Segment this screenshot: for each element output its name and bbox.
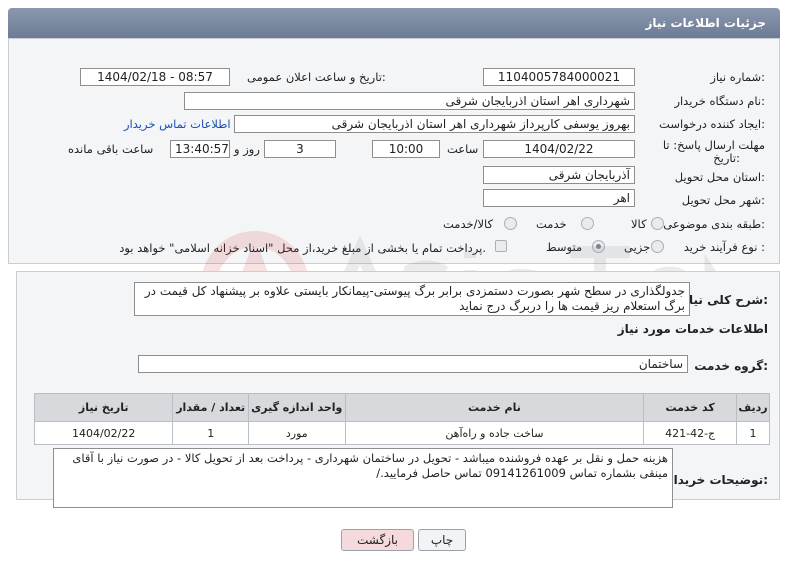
cell-quantity: 1: [172, 421, 250, 445]
need-number-label: شماره نیاز:: [710, 70, 765, 84]
province-field[interactable]: آذربایجان شرقی: [483, 166, 635, 184]
announce-datetime-label: تاریخ و ساعت اعلان عمومی:: [247, 70, 386, 84]
category-option-goods-service: کالا/خدمت: [443, 217, 494, 231]
buyer-notes-textarea[interactable]: هزینه حمل و نقل بر عهده فروشنده میباشد -…: [53, 448, 673, 508]
summary-textarea[interactable]: جدولگذاری در سطح شهر بصورت دستمزدی برابر…: [134, 282, 690, 316]
deadline-label-date: تاریخ:: [713, 151, 740, 165]
requester-label: ایجاد کننده درخواست:: [659, 117, 765, 131]
city-field[interactable]: اهر: [483, 189, 635, 207]
col-row: ردیف: [735, 393, 771, 422]
requester-field[interactable]: بهروز یوسفی کارپرداز شهرداری اهر استان ا…: [234, 115, 635, 133]
cell-unit: مورد: [248, 421, 346, 445]
service-group-label: گروه خدمت:: [694, 359, 768, 373]
remaining-days-field[interactable]: 3: [264, 140, 336, 158]
col-service-code: کد خدمت: [643, 393, 737, 422]
cell-row: 1: [735, 421, 771, 445]
category-label: طبقه بندی موضوعی:: [663, 217, 765, 231]
category-option-goods: کالا: [631, 217, 647, 231]
table-row[interactable]: 1404/02/22 1 مورد ساخت جاده و راه‌آهن ج-…: [33, 421, 771, 445]
print-button[interactable]: چاپ: [418, 529, 466, 551]
col-need-date: تاریخ نیاز: [33, 393, 174, 422]
deadline-time-field[interactable]: 10:00: [372, 140, 440, 158]
back-button[interactable]: بازگشت: [341, 529, 414, 551]
buyer-notes-label: توضیحات خریدار:: [666, 473, 768, 487]
category-option-service: خدمت: [536, 217, 567, 231]
services-section-title: اطلاعات خدمات مورد نیاز: [617, 322, 768, 336]
buyer-org-label: نام دستگاه خریدار:: [674, 94, 765, 108]
page-header: جزئیات اطلاعات نیاز: [8, 8, 780, 38]
service-group-field[interactable]: ساختمان: [138, 355, 688, 373]
remaining-time-label: ساعت باقی مانده: [68, 142, 154, 156]
buyer-contact-link[interactable]: اطلاعات تماس خریدار: [124, 117, 231, 131]
category-radio-goods-service[interactable]: [504, 217, 517, 230]
days-label: روز و: [234, 142, 260, 156]
services-table: تاریخ نیاز تعداد / مقدار واحد اندازه گیر…: [33, 393, 771, 445]
cell-service-code: ج-42-421: [643, 421, 737, 445]
province-label: استان محل تحویل:: [674, 170, 765, 184]
city-label: شهر محل تحویل:: [681, 193, 765, 207]
cell-need-date: 1404/02/22: [33, 421, 174, 445]
summary-label: شرح کلی نیاز:: [682, 293, 768, 307]
announce-datetime-field[interactable]: 1404/02/18 - 08:57: [80, 68, 230, 86]
col-unit: واحد اندازه گیری: [248, 393, 346, 422]
col-quantity: تعداد / مقدار: [172, 393, 250, 422]
deadline-time-label: ساعت: [447, 142, 479, 156]
buyer-org-field[interactable]: شهرداری اهر استان اذربایجان شرقی: [184, 92, 635, 110]
remaining-time-field[interactable]: 13:40:57: [170, 140, 230, 158]
need-number-field[interactable]: 1104005784000021: [483, 68, 635, 86]
col-service-name: نام خدمت: [344, 393, 645, 422]
deadline-date-field[interactable]: 1404/02/22: [483, 140, 635, 158]
deadline-label: مهلت ارسال پاسخ: تا: [662, 138, 765, 152]
cell-service-name: ساخت جاده و راه‌آهن: [344, 421, 645, 445]
page-title: جزئیات اطلاعات نیاز: [645, 16, 766, 30]
category-radio-service[interactable]: [581, 217, 594, 230]
services-table-header: تاریخ نیاز تعداد / مقدار واحد اندازه گیر…: [33, 393, 771, 422]
category-radio-goods[interactable]: [651, 217, 664, 230]
